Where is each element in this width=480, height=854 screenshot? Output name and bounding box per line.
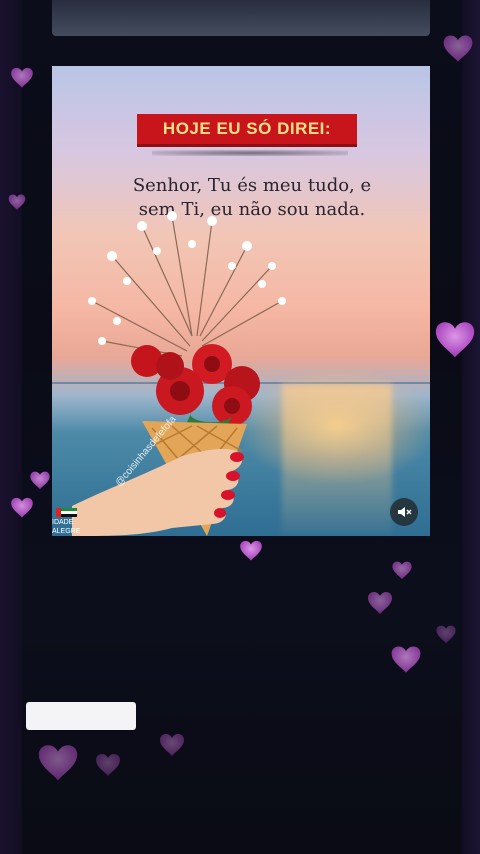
corner-logo-text: IDADE ALEGRE [52,519,81,535]
caption-input[interactable] [26,702,136,730]
video-frame: HOJE EU SÓ DIREI: Senhor, Tu és meu tudo… [0,0,480,854]
speaker-muted-icon [398,507,412,517]
right-blurred-edge [462,0,480,854]
rose-cone-illustration [72,211,286,536]
heart-icon [436,625,456,644]
quote-line-1: Senhor, Tu és meu tudo, e [132,175,372,196]
heart-icon [96,754,120,776]
heart-icon [160,734,184,756]
post-image[interactable]: HOJE EU SÓ DIREI: Senhor, Tu és meu tudo… [52,66,430,536]
heart-icon [392,561,412,580]
flag-icon [56,508,77,517]
mute-button[interactable] [390,498,418,526]
corner-logo: IDADE ALEGRE [52,506,92,536]
left-blurred-edge [0,0,22,854]
previous-post-preview [52,0,430,36]
title-banner: HOJE EU SÓ DIREI: [137,114,357,144]
heart-icon [38,745,78,781]
banner-shadow [152,150,348,156]
heart-icon [240,540,262,561]
heart-icon [391,646,421,673]
heart-icon [368,592,392,614]
banner-text: HOJE EU SÓ DIREI: [162,119,332,138]
heart-icon [30,471,50,490]
